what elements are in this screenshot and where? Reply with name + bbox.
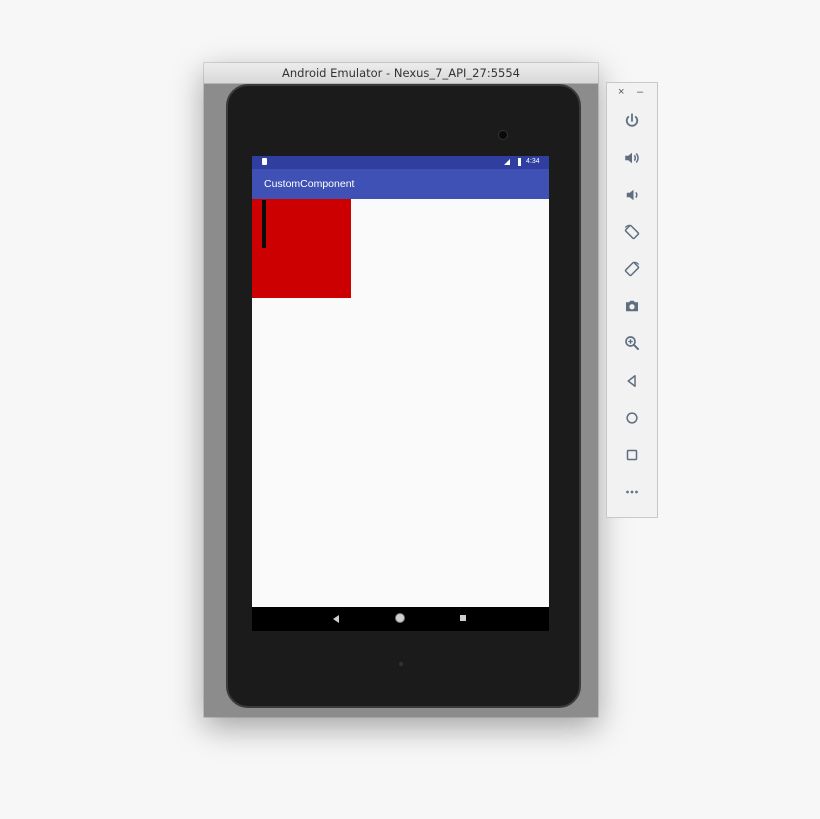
custom-component-view[interactable]	[252, 199, 351, 298]
more-button[interactable]	[620, 480, 644, 504]
window-title: Android Emulator - Nexus_7_API_27:5554	[204, 63, 598, 84]
overview-icon	[626, 449, 638, 461]
volume-down-icon	[626, 189, 638, 201]
emulator-window: Android Emulator - Nexus_7_API_27:5554 4…	[204, 63, 598, 717]
device-frame: 4:34 CustomComponent	[226, 84, 581, 708]
device-screen[interactable]: 4:34 CustomComponent	[252, 156, 549, 631]
zoom-icon	[625, 336, 639, 350]
power-button[interactable]	[620, 109, 644, 133]
nav-recents-icon[interactable]	[460, 615, 466, 621]
back-button[interactable]	[620, 369, 644, 393]
volume-up-button[interactable]	[620, 146, 644, 170]
battery-icon	[518, 158, 521, 166]
home-icon	[626, 412, 638, 424]
nav-back-icon[interactable]	[333, 615, 339, 623]
rotate-left-button[interactable]	[620, 220, 644, 244]
back-icon	[627, 375, 636, 387]
rotate-left-icon	[624, 224, 640, 240]
status-time: 4:34	[526, 158, 540, 165]
toolbar-minimize-button[interactable]: –	[637, 85, 643, 99]
home-button[interactable]	[620, 406, 644, 430]
device-sensor	[399, 662, 403, 666]
nav-home-icon[interactable]	[396, 614, 404, 622]
overview-button[interactable]	[620, 443, 644, 467]
rotate-right-button[interactable]	[620, 257, 644, 281]
sd-card-icon	[262, 158, 267, 165]
emulator-toolbar: × –	[606, 82, 658, 518]
camera-lens	[498, 130, 508, 140]
custom-component-bar	[262, 200, 266, 248]
zoom-button[interactable]	[620, 331, 644, 355]
camera-icon	[626, 300, 638, 312]
signal-icon	[504, 159, 510, 165]
app-bar: CustomComponent	[252, 169, 549, 199]
screenshot-button[interactable]	[620, 294, 644, 318]
volume-up-icon	[625, 152, 639, 164]
toolbar-close-button[interactable]: ×	[618, 85, 624, 99]
status-bar: 4:34	[252, 156, 549, 169]
more-icon	[626, 490, 638, 494]
volume-down-button[interactable]	[620, 183, 644, 207]
app-title: CustomComponent	[264, 178, 355, 190]
rotate-right-icon	[624, 261, 640, 277]
navigation-bar	[252, 607, 549, 631]
power-icon	[625, 113, 639, 127]
